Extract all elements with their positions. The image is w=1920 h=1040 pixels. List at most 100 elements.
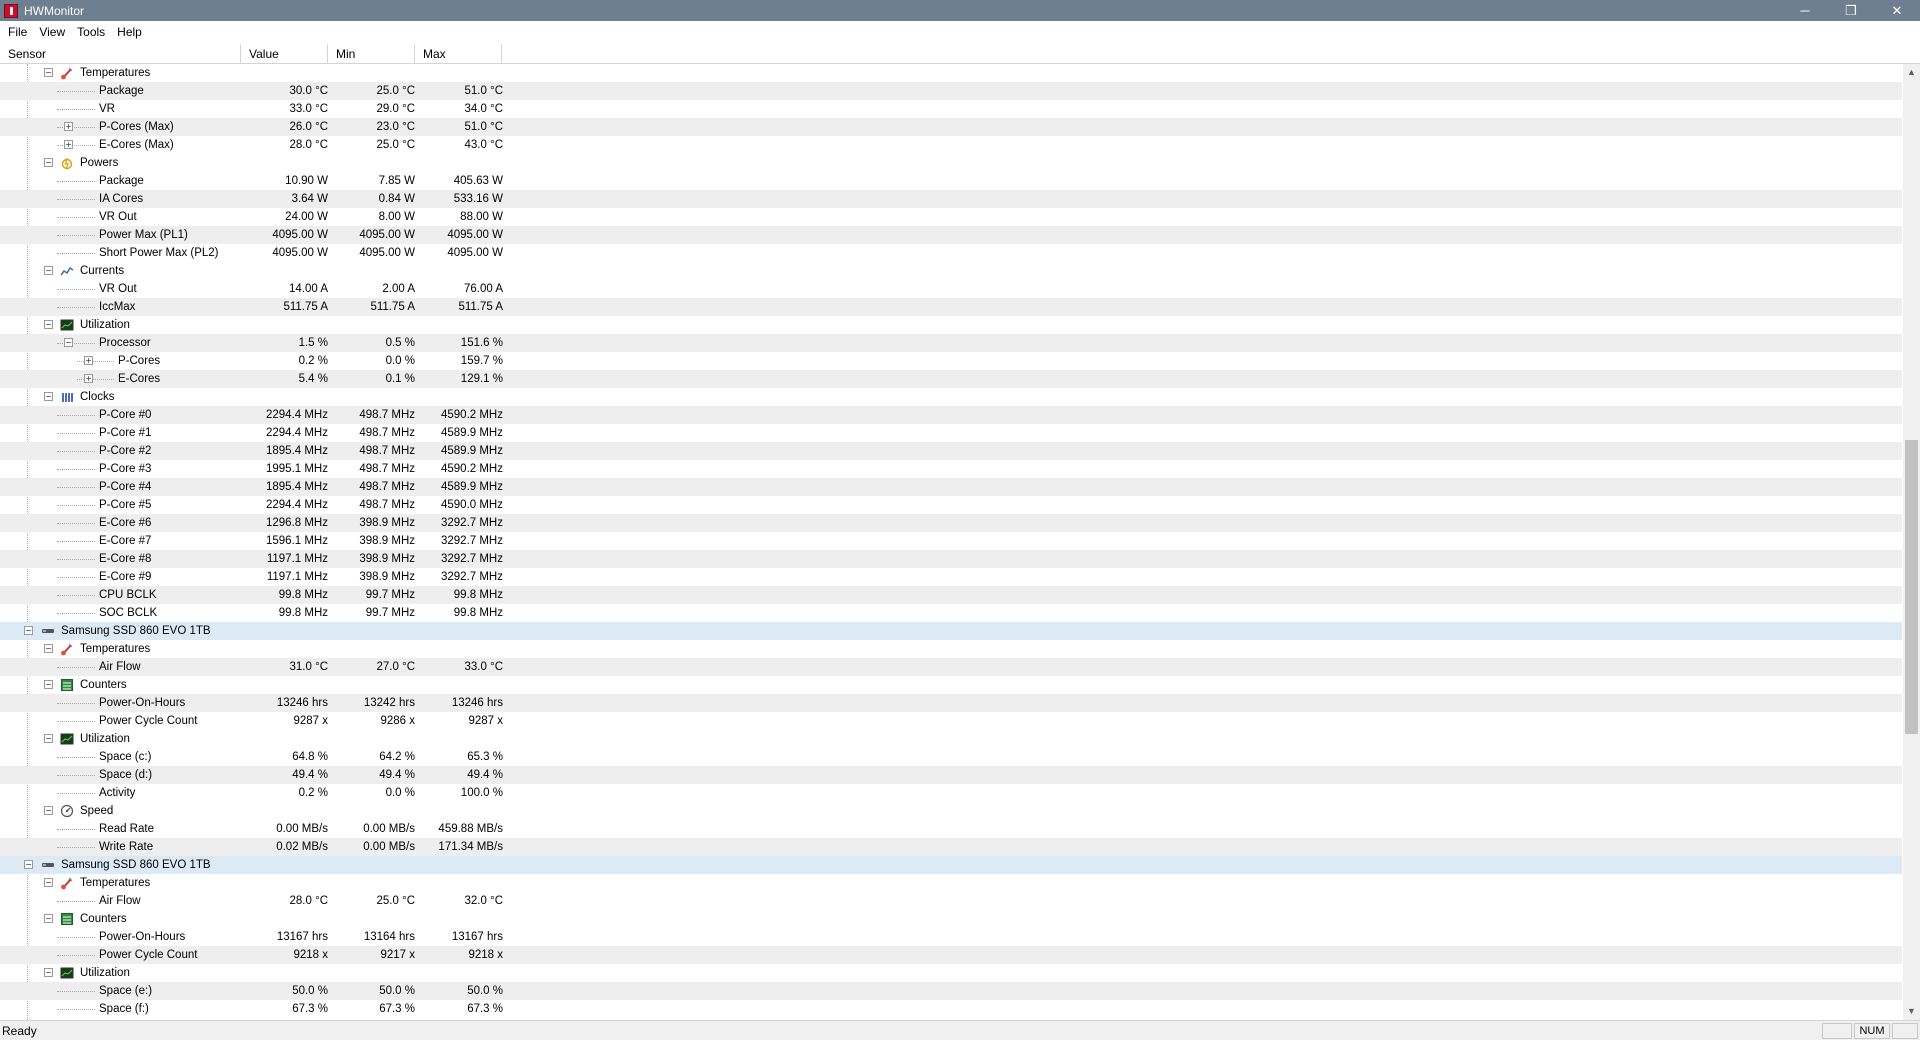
max-cell: 159.7 % bbox=[460, 355, 503, 367]
sensor-row[interactable]: − Processor 1.5 % 0.5 % 151.6 % bbox=[0, 334, 1902, 352]
max-cell: 151.6 % bbox=[460, 337, 503, 349]
collapse-icon[interactable]: − bbox=[44, 392, 53, 401]
menu-tools[interactable]: Tools bbox=[71, 25, 111, 39]
collapse-icon[interactable]: − bbox=[44, 644, 53, 653]
sensor-row[interactable]: E-Core #6 1296.8 MHz 398.9 MHz 3292.7 MHz bbox=[0, 514, 1902, 532]
expand-icon[interactable]: + bbox=[64, 122, 73, 131]
sensor-row[interactable]: SOC BCLK 99.8 MHz 99.7 MHz 99.8 MHz bbox=[0, 604, 1902, 622]
sensor-row[interactable]: Read Rate 0.00 MB/s 0.00 MB/s 459.88 MB/s bbox=[0, 820, 1902, 838]
expand-icon[interactable]: + bbox=[84, 374, 93, 383]
collapse-icon[interactable]: − bbox=[44, 806, 53, 815]
column-header-max[interactable]: Max bbox=[415, 44, 502, 64]
sensor-row[interactable]: Activity 0.2 % 0.0 % 100.0 % bbox=[0, 784, 1902, 802]
menu-file[interactable]: File bbox=[2, 25, 33, 39]
collapse-icon[interactable]: − bbox=[44, 680, 53, 689]
sensor-row[interactable]: P-Core #1 2294.4 MHz 498.7 MHz 4589.9 MHz bbox=[0, 424, 1902, 442]
restore-button[interactable]: ❐ bbox=[1828, 0, 1874, 21]
menu-help[interactable]: Help bbox=[111, 25, 148, 39]
sensor-row[interactable]: Package 30.0 °C 25.0 °C 51.0 °C bbox=[0, 82, 1902, 100]
sensor-row[interactable]: E-Core #9 1197.1 MHz 398.9 MHz 3292.7 MHz bbox=[0, 568, 1902, 586]
sensor-row[interactable]: + P-Cores (Max) 26.0 °C 23.0 °C 51.0 °C bbox=[0, 118, 1902, 136]
sensor-group-row[interactable]: − Utilization bbox=[0, 730, 1902, 748]
collapse-icon[interactable]: − bbox=[44, 878, 53, 887]
value-cell: 1895.4 MHz bbox=[265, 481, 328, 493]
sensor-row[interactable]: Space (d:) 49.4 % 49.4 % 49.4 % bbox=[0, 766, 1902, 784]
sensor-group-row[interactable]: − Clocks bbox=[0, 388, 1902, 406]
sensor-row[interactable]: Air Flow 31.0 °C 27.0 °C 33.0 °C bbox=[0, 658, 1902, 676]
sensor-row[interactable]: VR 33.0 °C 29.0 °C 34.0 °C bbox=[0, 100, 1902, 118]
sensor-tree[interactable]: − Temperatures Package 30.0 °C 25.0 °C 51.0 °… bbox=[0, 64, 1902, 1020]
sensor-row[interactable]: Power-On-Hours 13246 hrs 13242 hrs 13246 hr… bbox=[0, 694, 1902, 712]
sensor-row[interactable]: CPU BCLK 99.8 MHz 99.7 MHz 99.8 MHz bbox=[0, 586, 1902, 604]
sensor-row[interactable]: P-Core #5 2294.4 MHz 498.7 MHz 4590.0 MHz bbox=[0, 496, 1902, 514]
max-cell: 100.0 % bbox=[460, 787, 503, 799]
sensor-row[interactable]: E-Core #7 1596.1 MHz 398.9 MHz 3292.7 MHz bbox=[0, 532, 1902, 550]
column-header-min[interactable]: Min bbox=[328, 44, 415, 64]
max-cell: 4589.9 MHz bbox=[440, 445, 503, 457]
sensor-row[interactable]: IccMax 511.75 A 511.75 A 511.75 A bbox=[0, 298, 1902, 316]
sensor-row[interactable]: Space (e:) 50.0 % 50.0 % 50.0 % bbox=[0, 982, 1902, 1000]
sensor-row[interactable]: Power Max (PL1) 4095.00 W 4095.00 W 4095.00… bbox=[0, 226, 1902, 244]
collapse-icon[interactable]: − bbox=[44, 68, 53, 77]
sensor-row[interactable]: P-Core #2 1895.4 MHz 498.7 MHz 4589.9 MHz bbox=[0, 442, 1902, 460]
device-row[interactable]: − Samsung SSD 860 EVO 1TB bbox=[0, 622, 1902, 640]
sensor-row[interactable]: Space (f:) 67.3 % 67.3 % 67.3 % bbox=[0, 1000, 1902, 1018]
value-cell: 1197.1 MHz bbox=[266, 553, 328, 565]
expand-icon[interactable]: + bbox=[84, 356, 93, 365]
collapse-icon[interactable]: − bbox=[24, 860, 33, 869]
sensor-group-row[interactable]: − Temperatures bbox=[0, 64, 1902, 82]
sensor-row[interactable]: P-Core #3 1995.1 MHz 498.7 MHz 4590.2 MHz bbox=[0, 460, 1902, 478]
collapse-icon[interactable]: − bbox=[44, 914, 53, 923]
sensor-row[interactable]: + P-Cores 0.2 % 0.0 % 159.7 % bbox=[0, 352, 1902, 370]
tree-connector bbox=[57, 307, 95, 308]
sensor-row[interactable]: IA Cores 3.64 W 0.84 W 533.16 W bbox=[0, 190, 1902, 208]
sensor-row[interactable]: Write Rate 0.02 MB/s 0.00 MB/s 171.34 MB/s bbox=[0, 838, 1902, 856]
sensor-group-row[interactable]: − Utilization bbox=[0, 964, 1902, 982]
max-cell: 4095.00 W bbox=[447, 229, 503, 241]
collapse-icon[interactable]: − bbox=[44, 158, 53, 167]
collapse-icon[interactable]: − bbox=[44, 734, 53, 743]
sensor-group-row[interactable]: − Powers bbox=[0, 154, 1902, 172]
sensor-row[interactable]: Package 10.90 W 7.85 W 405.63 W bbox=[0, 172, 1902, 190]
device-row[interactable]: − Samsung SSD 860 EVO 1TB bbox=[0, 856, 1902, 874]
scrollbar-thumb[interactable] bbox=[1905, 440, 1918, 734]
sensor-row[interactable]: VR Out 24.00 W 8.00 W 88.00 W bbox=[0, 208, 1902, 226]
min-cell: 498.7 MHz bbox=[359, 463, 415, 475]
sensor-group-row[interactable]: − Temperatures bbox=[0, 640, 1902, 658]
sensor-group-row[interactable]: − Utilization bbox=[0, 316, 1902, 334]
value-cell: 3.64 W bbox=[291, 193, 328, 205]
sensor-row[interactable]: + E-Cores (Max) 28.0 °C 25.0 °C 43.0 °C bbox=[0, 136, 1902, 154]
vertical-scrollbar[interactable]: ▲ ▼ bbox=[1903, 64, 1920, 1020]
window-title: HWMonitor bbox=[24, 3, 85, 18]
sensor-row[interactable]: Air Flow 28.0 °C 25.0 °C 32.0 °C bbox=[0, 892, 1902, 910]
sensor-row[interactable]: Power Cycle Count 9218 x 9217 x 9218 x bbox=[0, 946, 1902, 964]
value-cell: 1197.1 MHz bbox=[266, 571, 328, 583]
sensor-group-row[interactable]: − Counters bbox=[0, 676, 1902, 694]
sensor-row[interactable]: + E-Cores 5.4 % 0.1 % 129.1 % bbox=[0, 370, 1902, 388]
menu-view[interactable]: View bbox=[33, 25, 71, 39]
collapse-icon[interactable]: − bbox=[24, 626, 33, 635]
expand-icon[interactable]: + bbox=[64, 140, 73, 149]
sensor-row[interactable]: P-Core #4 1895.4 MHz 498.7 MHz 4589.9 MHz bbox=[0, 478, 1902, 496]
minimize-button[interactable]: ─ bbox=[1782, 0, 1828, 21]
sensor-row[interactable]: Power Cycle Count 9287 x 9286 x 9287 x bbox=[0, 712, 1902, 730]
scroll-up-arrow-icon[interactable]: ▲ bbox=[1903, 64, 1920, 81]
column-header-value[interactable]: Value bbox=[241, 44, 328, 64]
sensor-group-row[interactable]: − Counters bbox=[0, 910, 1902, 928]
sensor-row[interactable]: VR Out 14.00 A 2.00 A 76.00 A bbox=[0, 280, 1902, 298]
sensor-row[interactable]: P-Core #0 2294.4 MHz 498.7 MHz 4590.2 MHz bbox=[0, 406, 1902, 424]
column-header-sensor[interactable]: Sensor bbox=[0, 44, 241, 64]
sensor-row[interactable]: Short Power Max (PL2) 4095.00 W 4095.00 W 4… bbox=[0, 244, 1902, 262]
close-button[interactable]: ✕ bbox=[1874, 0, 1920, 21]
sensor-row[interactable]: E-Core #8 1197.1 MHz 398.9 MHz 3292.7 MHz bbox=[0, 550, 1902, 568]
collapse-icon[interactable]: − bbox=[64, 338, 73, 347]
sensor-row[interactable]: Power-On-Hours 13167 hrs 13164 hrs 13167 hr… bbox=[0, 928, 1902, 946]
collapse-icon[interactable]: − bbox=[44, 968, 53, 977]
scroll-down-arrow-icon[interactable]: ▼ bbox=[1903, 1003, 1920, 1020]
sensor-row[interactable]: Space (c:) 64.8 % 64.2 % 65.3 % bbox=[0, 748, 1902, 766]
collapse-icon[interactable]: − bbox=[44, 320, 53, 329]
sensor-group-row[interactable]: − Currents bbox=[0, 262, 1902, 280]
sensor-group-row[interactable]: − Speed bbox=[0, 802, 1902, 820]
sensor-group-row[interactable]: − Temperatures bbox=[0, 874, 1902, 892]
collapse-icon[interactable]: − bbox=[44, 266, 53, 275]
